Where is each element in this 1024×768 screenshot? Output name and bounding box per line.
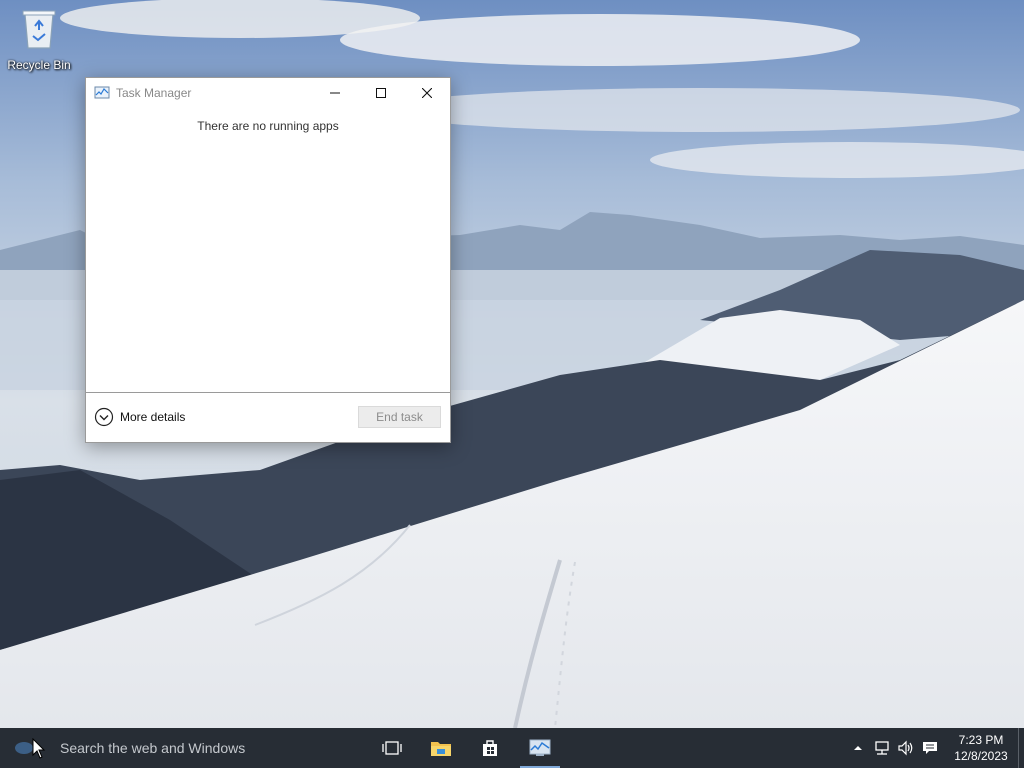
windows-logo-icon (15, 742, 33, 754)
window-title: Task Manager (116, 86, 192, 100)
search-placeholder: Search the web and Windows (60, 740, 246, 756)
maximize-button[interactable] (358, 78, 404, 108)
task-view-icon (382, 741, 402, 755)
chevron-down-icon (94, 407, 114, 427)
taskbar-task-manager[interactable] (516, 728, 564, 768)
action-center-icon (923, 742, 937, 754)
more-details-label: More details (120, 410, 186, 424)
store-icon (483, 740, 497, 756)
end-task-button[interactable]: End task (358, 406, 441, 428)
minimize-button[interactable] (312, 78, 358, 108)
task-manager-icon (94, 85, 110, 101)
clock-date: 12/8/2023 (954, 749, 1008, 763)
file-explorer-icon (431, 742, 451, 756)
show-desktop-button[interactable] (1018, 728, 1024, 768)
task-manager-window[interactable]: Task Manager There are no running apps M… (85, 77, 451, 443)
search-input[interactable]: Search the web and Windows (48, 728, 366, 768)
desktop-icon-recycle-bin[interactable]: Recycle Bin (4, 6, 74, 76)
clock-time: 7:23 PM (958, 733, 1004, 747)
system-tray: 7:23 PM 12/8/2023 (846, 728, 1024, 768)
start-button[interactable] (0, 728, 48, 768)
recycle-bin-icon (19, 6, 59, 50)
close-button[interactable] (404, 78, 450, 108)
desktop-icon-label: Recycle Bin (7, 58, 71, 72)
empty-state-message: There are no running apps (197, 119, 339, 133)
volume-button[interactable] (894, 728, 918, 768)
task-manager-icon (529, 739, 551, 756)
task-view-button[interactable] (368, 728, 416, 768)
minimize-icon (330, 92, 340, 94)
maximize-icon (376, 88, 386, 98)
window-footer: More details End task (86, 392, 450, 442)
clock[interactable]: 7:23 PM 12/8/2023 (948, 732, 1014, 764)
title-bar[interactable]: Task Manager (86, 78, 450, 108)
network-button[interactable] (870, 728, 894, 768)
action-center-button[interactable] (918, 728, 942, 768)
show-hidden-icons-button[interactable] (846, 728, 870, 768)
taskbar: Search the web and Windows 7:23 PM 12/8/… (0, 728, 1024, 768)
app-list-area: There are no running apps (86, 108, 450, 392)
more-details-button[interactable]: More details (94, 407, 185, 427)
taskbar-store[interactable] (466, 728, 514, 768)
network-icon (875, 741, 889, 755)
taskbar-file-explorer[interactable] (417, 728, 465, 768)
volume-icon (898, 740, 913, 756)
chevron-up-icon (854, 746, 862, 750)
close-icon (422, 88, 432, 98)
